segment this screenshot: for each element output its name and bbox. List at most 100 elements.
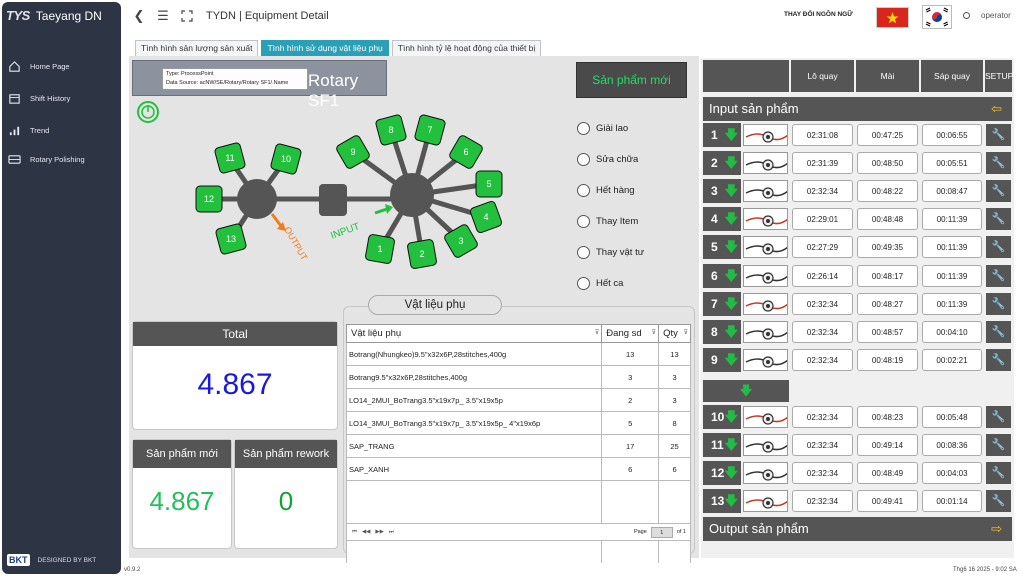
filter-icon[interactable]: ⊽	[652, 329, 656, 336]
product-thumbnail	[743, 490, 788, 512]
setup-wrench-icon[interactable]: 🔧	[986, 293, 1011, 315]
sidebar-item-home[interactable]: Home Page	[2, 50, 121, 82]
station-row[interactable]: 8 🡇 02:32:34 00:48:57 00:04:10 🔧	[703, 320, 1012, 346]
radio-button[interactable]	[577, 122, 590, 135]
first-page-icon[interactable]: ⏮	[352, 529, 357, 536]
vietnam-flag-icon[interactable]	[876, 7, 909, 28]
transfer-down-icon[interactable]: 🡇	[703, 380, 789, 402]
table-row[interactable]: Botrang(Nhungkeo)9.5"x32x6P,28stitches,4…	[345, 342, 691, 366]
previous-page-icon[interactable]: ◀◀	[362, 529, 370, 535]
tab-material-usage[interactable]: Tình hình sử dụng vật liệu phụ	[261, 40, 389, 56]
setup-wrench-icon[interactable]: 🔧	[986, 124, 1011, 146]
material-qty: 3	[658, 365, 691, 389]
station-label-3: 3	[458, 236, 463, 246]
filter-icon[interactable]: ⊽	[595, 329, 599, 336]
setup-wrench-icon[interactable]: 🔧	[986, 236, 1011, 258]
designed-by-text: DESIGNED BY BKT	[37, 556, 97, 564]
user-name[interactable]: operator	[981, 11, 1011, 20]
sap-quay-time: 00:08:36	[922, 434, 982, 456]
station-row[interactable]: 7 🡇 02:32:34 00:48:27 00:11:39 🔧	[703, 292, 1012, 318]
material-used: 5	[601, 411, 660, 435]
bar-chart-icon	[9, 126, 20, 135]
table-row[interactable]: Botrang9.5"x32x6P,28stitches,400g 3 3	[345, 365, 691, 389]
new-product-button[interactable]: Sản phẩm mới	[576, 62, 687, 98]
station-row[interactable]: 12 🡇 02:32:34 00:48:49 00:04:03 🔧	[703, 461, 1012, 487]
sap-quay-time: 00:11:39	[922, 293, 982, 315]
tab-production-output[interactable]: Tình hình sản lượng sản xuất	[135, 40, 259, 56]
lo-quay-time: 02:29:01	[792, 208, 853, 230]
station-row[interactable]: 4 🡇 02:29:01 00:48:48 00:11:39 🔧	[703, 207, 1012, 233]
new-products-label: Sản phẩm mới	[133, 440, 231, 468]
status-break[interactable]: Giải lao	[577, 113, 644, 144]
korea-flag-icon[interactable]	[922, 5, 952, 29]
status-options: Giải lao Sửa chữa Hết hàng Thay Item Tha…	[577, 113, 644, 299]
station-row[interactable]: 10 🡇 02:32:34 00:48:23 00:05:48 🔧	[703, 405, 1012, 431]
product-thumbnail	[743, 124, 788, 146]
radio-button[interactable]	[577, 277, 590, 290]
station-label-12: 12	[204, 194, 214, 204]
table-row[interactable]: SAP_TRANG 17 25	[345, 434, 691, 458]
power-icon[interactable]	[137, 101, 159, 123]
station-row[interactable]: 2 🡇 02:31:39 00:48:50 00:05:51 🔧	[703, 151, 1012, 177]
sidebar-item-trend[interactable]: Trend	[2, 114, 121, 146]
setup-wrench-icon[interactable]: 🔧	[986, 208, 1011, 230]
material-name: SAP_TRANG	[345, 434, 603, 458]
station-row[interactable]: 13 🡇 02:32:34 00:49:41 00:01:14 🔧	[703, 489, 1012, 515]
lo-quay-time: 02:26:14	[792, 265, 853, 287]
sidebar-item-rotary-polishing[interactable]: Rotary Polishing	[2, 146, 121, 173]
station-row[interactable]: 1 🡇 02:31:08 00:47:25 00:06:55 🔧	[703, 123, 1012, 149]
next-page-icon[interactable]: ▶▶	[375, 529, 383, 535]
table-row[interactable]: LO14_2MUI_BoTrang3.5"x19x7p_ 3.5"x19x5p 2…	[345, 388, 691, 412]
radio-button[interactable]	[577, 215, 590, 228]
material-qty: 13	[658, 342, 691, 366]
status-repair[interactable]: Sửa chữa	[577, 144, 644, 175]
arrow-right-icon[interactable]: ⇨	[991, 517, 1002, 541]
product-thumbnail	[743, 208, 788, 230]
setup-wrench-icon[interactable]: 🔧	[986, 434, 1011, 456]
setup-wrench-icon[interactable]: 🔧	[986, 406, 1011, 428]
table-row[interactable]: LO14_3MUI_BoTrang3.5"x19x7p_ 3.5"x19x5p_…	[345, 411, 691, 435]
arrow-down-icon: 🡇	[724, 352, 738, 367]
setup-wrench-icon[interactable]: 🔧	[986, 152, 1011, 174]
fullscreen-icon[interactable]	[178, 7, 196, 25]
station-row[interactable]: 6 🡇 02:26:14 00:48:17 00:11:39 🔧	[703, 264, 1012, 290]
station-label-8: 8	[388, 125, 393, 135]
column-header-qty[interactable]: Qty ⊽	[658, 324, 691, 343]
table-row[interactable]: SAP_XANH 6 6	[345, 457, 691, 481]
page-input[interactable]: 1	[650, 526, 673, 538]
setup-wrench-icon[interactable]: 🔧	[986, 349, 1011, 371]
station-row[interactable]: 9 🡇 02:32:34 00:48:19 00:02:21 🔧	[703, 348, 1012, 374]
column-header-material[interactable]: Vật liệu phụ ⊽	[345, 324, 603, 343]
status-change-item[interactable]: Thay Item	[577, 206, 644, 237]
filter-icon[interactable]: ⊽	[684, 329, 688, 336]
setup-wrench-icon[interactable]: 🔧	[986, 265, 1011, 287]
back-icon[interactable]: ❮	[130, 7, 148, 25]
status-change-material[interactable]: Thay vật tư	[577, 237, 644, 268]
material-name: Botrang(Nhungkeo)9.5"x32x6P,28stitches,4…	[345, 342, 603, 366]
setup-wrench-icon[interactable]: 🔧	[986, 321, 1011, 343]
station-number: 13 🡇	[703, 489, 741, 513]
tab-equipment-utilization[interactable]: Tình hình tỷ lệ hoạt động của thiết bị	[391, 40, 542, 56]
column-header-label: Vật liệu phụ	[351, 328, 402, 339]
setup-wrench-icon[interactable]: 🔧	[986, 462, 1011, 484]
station-times-panel: Lô quay Mài Sáp quay SETUP Input sản phẩ…	[701, 58, 1014, 558]
status-out-of-stock[interactable]: Hết hàng	[577, 175, 644, 206]
setup-wrench-icon[interactable]: 🔧	[986, 180, 1011, 202]
station-row[interactable]: 3 🡇 02:32:34 00:48:22 00:08:47 🔧	[703, 179, 1012, 205]
station-row[interactable]: 11 🡇 02:32:34 00:49:14 00:08:36 🔧	[703, 433, 1012, 459]
last-page-icon[interactable]: ⏭	[389, 529, 394, 536]
column-header-in-use[interactable]: Đang sd ⊽	[601, 324, 660, 343]
product-thumbnail	[743, 265, 788, 287]
radio-button[interactable]	[577, 246, 590, 259]
station-number: 10 🡇	[703, 405, 741, 429]
status-end-shift[interactable]: Hết ca	[577, 268, 644, 299]
station-number: 4 🡇	[703, 207, 741, 231]
station-row[interactable]: 5 🡇 02:27:29 00:49:35 00:11:39 🔧	[703, 235, 1012, 261]
setup-wrench-icon[interactable]: 🔧	[986, 490, 1011, 512]
menu-icon[interactable]: ☰	[154, 7, 172, 25]
radio-button[interactable]	[577, 184, 590, 197]
arrow-left-icon[interactable]: ⇦	[991, 97, 1002, 121]
sidebar-item-shift-history[interactable]: Shift History	[2, 82, 121, 114]
radio-button[interactable]	[577, 153, 590, 166]
sap-quay-time: 00:02:21	[922, 349, 982, 371]
